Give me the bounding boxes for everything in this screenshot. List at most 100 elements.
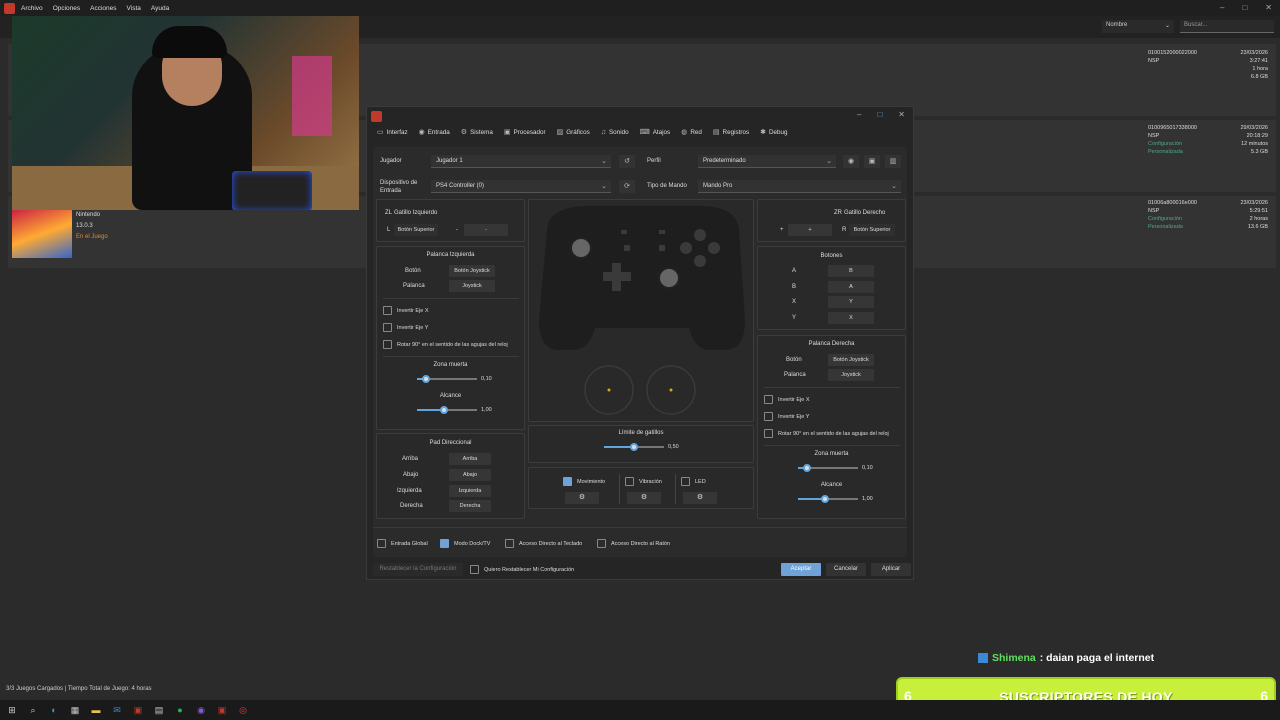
button-x-mapping[interactable]: Y xyxy=(828,296,874,308)
tab-red[interactable]: ◍ Red xyxy=(681,128,702,137)
trigger-limit-slider[interactable] xyxy=(604,443,664,451)
checkbox-label: Quiero Restablecer Mi Configuración xyxy=(484,566,575,573)
l-mapping-button[interactable]: Botón Superior xyxy=(394,224,438,236)
widgets-icon[interactable]: ▦ xyxy=(69,704,81,716)
right-rotate-checkbox[interactable]: Rotar 90° en el sentido de las agujas de… xyxy=(764,429,889,438)
trash-icon[interactable]: ▥ xyxy=(885,155,901,168)
device-select[interactable]: PS4 Controller (0) ⌄ xyxy=(431,180,611,193)
button-y-mapping[interactable]: X xyxy=(828,312,874,324)
cam-light xyxy=(292,56,332,136)
right-deadzone-slider[interactable] xyxy=(798,464,858,472)
mouse-direct-checkbox[interactable]: Acceso Directo al Ratón xyxy=(597,539,670,548)
maximize-icon[interactable]: □ xyxy=(1242,3,1247,12)
slider-knob[interactable] xyxy=(803,464,812,472)
menu-archivo[interactable]: Archivo xyxy=(21,5,43,12)
edge-browser-icon[interactable]: ◐ xyxy=(48,704,60,716)
button-b-mapping[interactable]: A xyxy=(828,281,874,293)
checkbox-box xyxy=(764,429,773,438)
right-stick-mapping[interactable]: Joystick xyxy=(828,369,874,381)
dpad-right-mapping[interactable]: Derecha xyxy=(449,500,491,512)
dpad-up-mapping[interactable]: Arriba xyxy=(449,453,491,465)
r-mapping-button[interactable]: Botón Superior xyxy=(849,224,895,236)
button-a-mapping[interactable]: B xyxy=(828,265,874,277)
search-icon[interactable]: ⌕ xyxy=(27,704,39,716)
led-settings-gear-icon[interactable]: ⚙ xyxy=(683,492,717,504)
left-deadzone-slider[interactable] xyxy=(417,375,477,383)
vibration-settings-gear-icon[interactable]: ⚙ xyxy=(627,492,661,504)
tab-registros[interactable]: ▤ Registros xyxy=(713,128,749,137)
menu-vista[interactable]: Vista xyxy=(127,5,141,12)
view-icon[interactable]: ◉ xyxy=(843,155,859,168)
tab-sonido[interactable]: ♫ Sonido xyxy=(601,128,629,136)
folder-icon[interactable]: ▬ xyxy=(90,704,102,716)
emulator-icon[interactable]: ▣ xyxy=(216,704,228,716)
checkbox-label: Acceso Directo al Ratón xyxy=(611,540,670,547)
vibration-checkbox[interactable]: Vibración xyxy=(625,477,662,486)
tab-atajos[interactable]: ⌨ Atajos xyxy=(640,128,671,137)
menu-opciones[interactable]: Opciones xyxy=(53,5,80,12)
global-input-checkbox[interactable]: Entrada Global xyxy=(377,539,428,548)
recorder-icon[interactable]: ▣ xyxy=(132,704,144,716)
slider-knob[interactable] xyxy=(630,443,638,451)
minimize-icon[interactable]: – xyxy=(1220,3,1224,12)
controller-type-select[interactable]: Mando Pro ⌄ xyxy=(698,180,901,193)
right-invert-y-checkbox[interactable]: Invertir Eje Y xyxy=(764,412,809,421)
reset-config-button[interactable]: Restablecer la Configuración xyxy=(373,563,463,576)
close-icon[interactable]: ✕ xyxy=(1265,3,1272,12)
slider-knob[interactable] xyxy=(821,495,830,503)
tab-graficos[interactable]: ▨ Gráficos xyxy=(557,128,590,137)
refresh-icon[interactable]: ⟳ xyxy=(619,180,635,193)
save-icon[interactable]: ▣ xyxy=(864,155,880,168)
confirm-reset-checkbox[interactable]: Quiero Restablecer Mi Configuración xyxy=(470,565,574,574)
dock-mode-checkbox[interactable]: Modo Dock/TV xyxy=(440,539,490,548)
game-version: 13.0.3 xyxy=(76,223,93,229)
mail-icon[interactable]: ✉ xyxy=(111,704,123,716)
tab-procesador[interactable]: ▣ Procesador xyxy=(504,128,546,137)
terminal-icon[interactable]: ▤ xyxy=(153,704,165,716)
spotify-icon[interactable]: ● xyxy=(174,704,186,716)
slider-knob[interactable] xyxy=(440,406,449,414)
sort-select[interactable]: Nombre ⌄ xyxy=(1102,20,1174,33)
led-checkbox[interactable]: LED xyxy=(681,477,706,486)
checkbox-box xyxy=(470,565,479,574)
slider-knob[interactable] xyxy=(422,375,431,383)
menu-acciones[interactable]: Acciones xyxy=(90,5,116,12)
left-invert-x-checkbox[interactable]: Invertir Eje X xyxy=(383,306,428,315)
left-range-slider[interactable] xyxy=(417,406,477,414)
player-select[interactable]: Jugador 1 ⌄ xyxy=(431,155,611,168)
windows-start-icon[interactable]: ⊞ xyxy=(6,704,18,716)
left-rotate-checkbox[interactable]: Rotar 90° en el sentido de las agujas de… xyxy=(383,340,508,349)
menu-ayuda[interactable]: Ayuda xyxy=(151,5,169,12)
dpad-left-mapping[interactable]: Izquierda xyxy=(449,485,491,497)
search-input[interactable]: Buscar... xyxy=(1180,20,1274,33)
right-range-slider[interactable] xyxy=(798,495,858,503)
left-stick-button-mapping[interactable]: Botón Joystick xyxy=(449,265,495,277)
cancel-button[interactable]: Cancelar xyxy=(826,563,866,576)
obs-icon[interactable]: ◎ xyxy=(237,704,249,716)
profile-select[interactable]: Predeterminado ⌄ xyxy=(698,155,836,168)
maximize-icon[interactable]: □ xyxy=(877,110,882,119)
close-icon[interactable]: ✕ xyxy=(898,110,905,119)
left-stick-mapping[interactable]: Joystick xyxy=(449,280,495,292)
minus-mapping-button[interactable]: - xyxy=(464,224,508,236)
minimize-icon[interactable]: – xyxy=(857,110,861,119)
tab-interfaz[interactable]: ▭ Interfaz xyxy=(377,128,408,137)
tab-debug[interactable]: ✱ Debug xyxy=(760,128,787,137)
movement-checkbox[interactable]: Movimiento xyxy=(563,477,605,486)
dpad-down-mapping[interactable]: Abajo xyxy=(449,469,491,481)
left-invert-y-checkbox[interactable]: Invertir Eje Y xyxy=(383,323,428,332)
status-bar: 3/3 Juegos Cargados | Tiempo Total de Ju… xyxy=(6,686,152,692)
undo-icon[interactable]: ↺ xyxy=(619,155,635,168)
game-cover-image[interactable] xyxy=(12,210,72,258)
plus-mapping-button[interactable]: + xyxy=(788,224,832,236)
tab-entrada[interactable]: ◉ Entrada xyxy=(419,128,450,137)
movement-settings-gear-icon[interactable]: ⚙ xyxy=(565,492,599,504)
chat-text: : daian paga el internet xyxy=(1039,652,1155,664)
tab-sistema[interactable]: ⚙ Sistema xyxy=(461,128,493,137)
keyboard-direct-checkbox[interactable]: Acceso Directo al Teclado xyxy=(505,539,582,548)
apply-button[interactable]: Aplicar xyxy=(871,563,911,576)
accept-button[interactable]: Aceptar xyxy=(781,563,821,576)
right-invert-x-checkbox[interactable]: Invertir Eje X xyxy=(764,395,809,404)
discord-icon[interactable]: ◉ xyxy=(195,704,207,716)
right-stick-button-mapping[interactable]: Botón Joystick xyxy=(828,354,874,366)
